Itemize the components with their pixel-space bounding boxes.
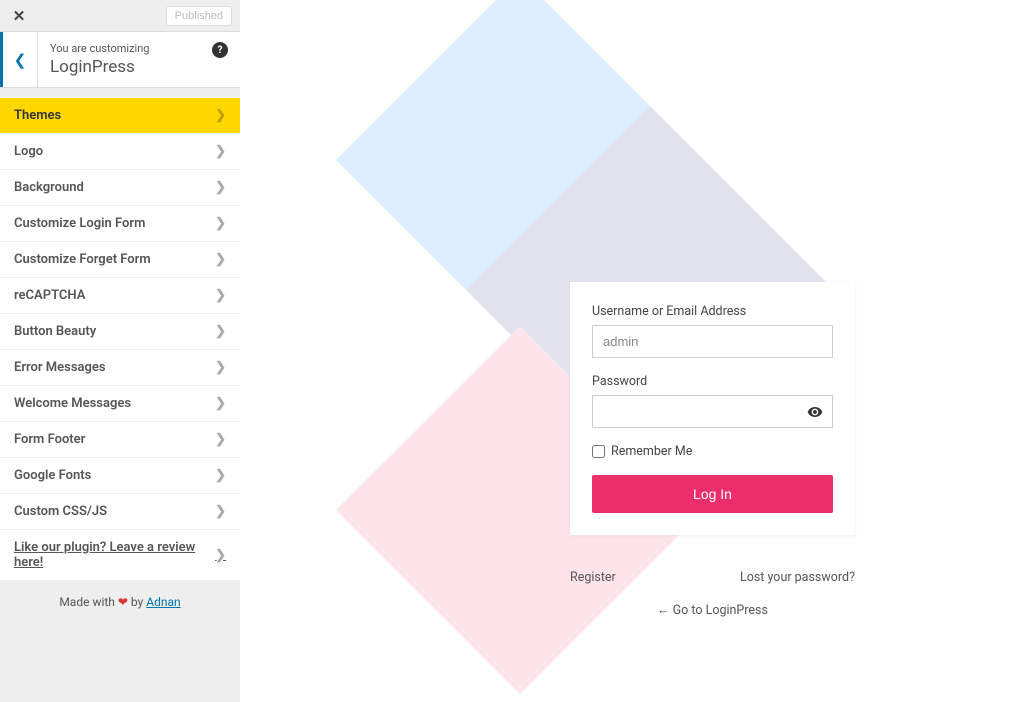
eye-icon[interactable] — [807, 404, 823, 424]
menu-item-label: Like our plugin? Leave a review here! — [14, 540, 215, 570]
password-label: Password — [592, 374, 833, 389]
menu-item-label: Custom CSS/JS — [14, 504, 107, 519]
remember-checkbox[interactable] — [592, 445, 605, 458]
menu-item-label: Error Messages — [14, 360, 106, 375]
login-button[interactable]: Log In — [592, 475, 833, 513]
menu-item-label: Themes — [14, 108, 61, 123]
footer-credit: Made with ❤ by Adnan — [0, 581, 240, 623]
chevron-right-icon: ❯ — [215, 252, 226, 267]
chevron-right-icon: ❯ — [215, 180, 226, 195]
menu-item-recaptcha[interactable]: reCAPTCHA ❯ — [0, 278, 240, 314]
lost-password-link[interactable]: Lost your password? — [740, 570, 855, 585]
customizer-sidebar: ✕ Published ❮ You are customizing LoginP… — [0, 0, 240, 702]
chevron-right-icon: ❯ — [215, 468, 226, 483]
footer-prefix: Made with — [59, 595, 118, 609]
footer-by: by — [128, 595, 146, 609]
menu-item-google-fonts[interactable]: Google Fonts ❯ — [0, 458, 240, 494]
heart-icon: ❤ — [118, 595, 128, 609]
menu-item-label: Form Footer — [14, 432, 85, 447]
chevron-right-icon: ❯ — [215, 216, 226, 231]
menu-item-themes[interactable]: Themes ❯ — [0, 98, 240, 134]
sidebar-header: ✕ Published — [0, 0, 240, 32]
login-form: Username or Email Address Password Remem… — [570, 282, 855, 535]
menu-item-customize-login-form[interactable]: Customize Login Form ❯ — [0, 206, 240, 242]
links-row: Register Lost your password? — [570, 562, 855, 585]
chevron-right-icon: ❯ — [215, 504, 226, 519]
menu-item-customize-forget-form[interactable]: Customize Forget Form ❯ — [0, 242, 240, 278]
menu-item-label: reCAPTCHA — [14, 288, 85, 303]
password-input[interactable] — [592, 395, 833, 428]
section-header: ❮ You are customizing LoginPress ? — [0, 32, 240, 88]
back-button[interactable]: ❮ — [0, 32, 38, 87]
chevron-right-icon: ❯ — [215, 288, 226, 303]
menu-item-label: Customize Login Form — [14, 216, 145, 231]
menu-item-error-messages[interactable]: Error Messages ❯ — [0, 350, 240, 386]
password-wrap — [592, 395, 833, 444]
menu-item-label: Button Beauty — [14, 324, 96, 339]
chevron-right-icon: ❯ — [215, 548, 226, 563]
menu-item-label: Background — [14, 180, 84, 195]
username-label: Username or Email Address — [592, 304, 833, 319]
menu-list: Themes❯Logo❯Background❯Customize Login F… — [0, 98, 240, 581]
remember-row: Remember Me — [592, 444, 833, 459]
menu-item-logo[interactable]: Logo ❯ — [0, 134, 240, 170]
section-info: You are customizing LoginPress ? — [38, 32, 240, 87]
close-button[interactable]: ✕ — [0, 0, 38, 32]
menu-item-like-our-plugin-leave-a-review-here[interactable]: Like our plugin? Leave a review here!❯ — [0, 530, 240, 581]
register-link[interactable]: Register — [570, 570, 616, 585]
preview-area: Username or Email Address Password Remem… — [240, 0, 1024, 702]
customizing-label: You are customizing — [50, 42, 228, 55]
below-card: Register Lost your password? ← Go to Log… — [570, 562, 855, 618]
published-button[interactable]: Published — [166, 6, 232, 26]
menu-item-label: Welcome Messages — [14, 396, 131, 411]
menu-item-label: Logo — [14, 144, 43, 159]
remember-label: Remember Me — [611, 444, 692, 459]
go-back-link[interactable]: ← Go to LoginPress — [570, 603, 855, 618]
chevron-right-icon: ❯ — [215, 324, 226, 339]
username-input[interactable] — [592, 325, 833, 358]
menu-item-button-beauty[interactable]: Button Beauty ❯ — [0, 314, 240, 350]
chevron-right-icon: ❯ — [215, 432, 226, 447]
menu-item-label: Google Fonts — [14, 468, 91, 483]
menu-item-label: Customize Forget Form — [14, 252, 151, 267]
menu-item-background[interactable]: Background ❯ — [0, 170, 240, 206]
author-link[interactable]: Adnan — [146, 595, 180, 609]
chevron-right-icon: ❯ — [215, 396, 226, 411]
chevron-right-icon: ❯ — [215, 360, 226, 375]
help-icon[interactable]: ? — [212, 42, 228, 58]
menu-item-welcome-messages[interactable]: Welcome Messages ❯ — [0, 386, 240, 422]
chevron-right-icon: ❯ — [215, 144, 226, 159]
section-title: LoginPress — [50, 57, 228, 77]
menu-item-custom-css-js[interactable]: Custom CSS/JS ❯ — [0, 494, 240, 530]
chevron-right-icon: ❯ — [215, 108, 226, 123]
menu-item-form-footer[interactable]: Form Footer ❯ — [0, 422, 240, 458]
